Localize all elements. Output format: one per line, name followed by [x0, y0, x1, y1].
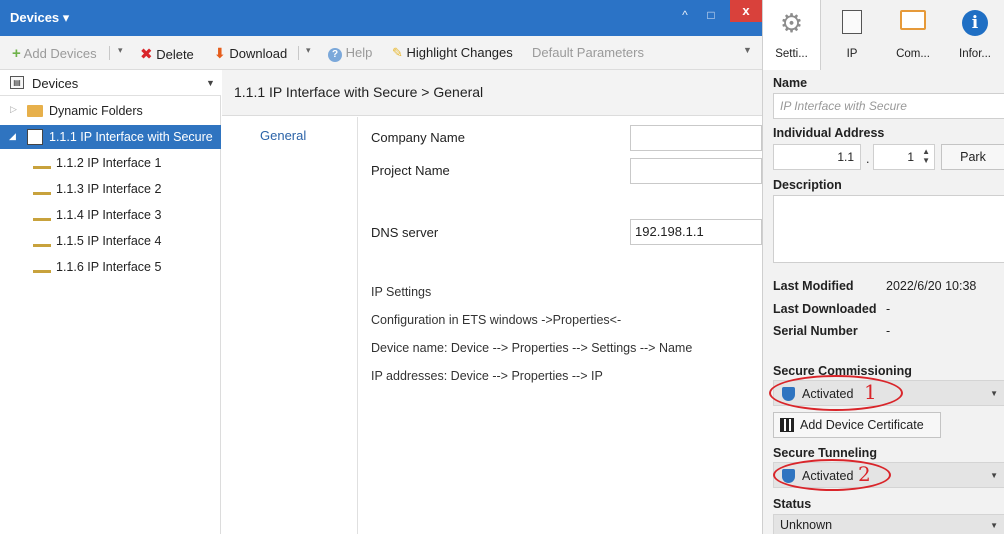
comment-icon	[900, 10, 926, 30]
tree-item-ip-interface-5[interactable]: 1.1.6 IP Interface 5	[0, 255, 221, 279]
devices-tree-header[interactable]: ▤ Devices ▼	[0, 70, 221, 96]
device-icon	[33, 261, 51, 273]
add-device-certificate-button[interactable]: Add Device Certificate	[773, 412, 941, 438]
tab-general[interactable]: General	[222, 117, 358, 534]
info-configuration: Configuration in ETS windows ->Propertie…	[371, 313, 622, 327]
annotation-number-1: 1	[864, 380, 877, 404]
tab-ip[interactable]: IP	[823, 0, 881, 70]
delete-button[interactable]: ✖ Delete	[140, 45, 194, 63]
toolbar-divider	[109, 46, 110, 60]
default-parameters-button[interactable]: Default Parameters	[532, 45, 644, 60]
tree-header-label: Devices	[32, 76, 79, 91]
toolbar-divider	[298, 46, 299, 60]
address-area-input[interactable]: 1.1	[773, 144, 861, 170]
tree-item-ip-interface-4[interactable]: 1.1.5 IP Interface 4	[0, 229, 221, 253]
annotation-number-2: 2	[858, 462, 871, 486]
status-select[interactable]: Unknown ▼	[773, 514, 1004, 534]
download-button[interactable]: ⬇ Download	[214, 45, 287, 62]
last-downloaded-label: Last Downloaded	[773, 302, 877, 316]
tree-item-ip-interface-1[interactable]: 1.1.2 IP Interface 1	[0, 151, 221, 175]
device-icon	[33, 209, 51, 221]
description-label: Description	[773, 178, 842, 192]
collapse-arrow-icon[interactable]: ◢	[9, 131, 16, 142]
tab-information[interactable]: i Infor...	[945, 0, 1004, 70]
page-title: 1.1.1 IP Interface with Secure > General	[234, 84, 484, 100]
device-secure-icon	[27, 129, 43, 145]
dns-server-label: DNS server	[371, 225, 439, 240]
highlighter-icon: ✎	[392, 45, 403, 60]
company-name-input[interactable]	[630, 125, 762, 151]
plus-icon: +	[12, 45, 21, 62]
tree-item-ip-interface-secure[interactable]: ◢ 1.1.1 IP Interface with Secure	[0, 125, 221, 149]
address-device-stepper[interactable]: 1 ▲ ▼	[873, 144, 935, 170]
tree-item-ip-interface-3[interactable]: 1.1.4 IP Interface 3	[0, 203, 221, 227]
chevron-down-icon[interactable]: ▼	[990, 471, 998, 480]
devices-tree: ▷ Dynamic Folders ◢ 1.1.1 IP Interface w…	[0, 96, 221, 534]
status-label: Status	[773, 497, 812, 511]
individual-address-label: Individual Address	[773, 126, 885, 140]
annotation-ring-2	[773, 459, 891, 491]
ip-list-icon	[842, 10, 862, 34]
serial-number-value: -	[886, 324, 891, 338]
toolbar: + Add Devices ▾ ✖ Delete ⬇ Download ▾ ? …	[0, 36, 762, 70]
download-icon: ⬇	[214, 45, 226, 61]
info-icon: i	[962, 10, 988, 36]
dns-server-input[interactable]: 192.198.1.1	[630, 219, 762, 245]
spinner-arrows-icon[interactable]: ▲ ▼	[922, 147, 930, 165]
project-name-input[interactable]	[630, 158, 762, 184]
highlight-changes-button[interactable]: ✎ Highlight Changes	[392, 45, 513, 61]
name-label: Name	[773, 76, 808, 90]
last-modified-label: Last Modified	[773, 279, 854, 293]
expand-arrow-icon[interactable]: ▷	[10, 104, 17, 115]
gear-icon: ⚙	[779, 8, 804, 38]
last-modified-value: 2022/6/20 10:38	[886, 279, 977, 293]
toolbar-overflow-icon[interactable]: ▼	[743, 45, 752, 55]
park-button[interactable]: Park	[941, 144, 1004, 170]
info-ip-settings: IP Settings	[371, 285, 432, 299]
address-separator: .	[866, 152, 870, 166]
chevron-down-icon[interactable]: ▼	[990, 521, 998, 530]
last-downloaded-value: -	[886, 302, 891, 316]
help-button[interactable]: ? Help	[328, 45, 372, 62]
breadcrumb: 1.1.1 IP Interface with Secure > General	[222, 70, 762, 116]
add-devices-button[interactable]: + Add Devices	[12, 45, 97, 62]
tab-general-label: General	[260, 128, 307, 143]
tree-item-ip-interface-2[interactable]: 1.1.3 IP Interface 2	[0, 177, 221, 201]
device-icon	[33, 157, 51, 169]
info-device-name: Device name: Device --> Properties --> S…	[371, 341, 693, 355]
device-icon	[33, 183, 51, 195]
annotation-ring-1	[769, 375, 903, 411]
folder-icon	[27, 105, 43, 117]
chevron-down-icon[interactable]: ▾	[118, 45, 123, 56]
description-textarea[interactable]	[773, 195, 1004, 263]
device-icon	[33, 235, 51, 247]
properties-panel: ⚙ Setti... IP Com... i Infor... Name IP …	[762, 0, 1004, 534]
chevron-down-icon[interactable]: ▾	[306, 45, 311, 56]
help-icon: ?	[328, 48, 342, 62]
restore-icon[interactable]: □	[700, 6, 722, 24]
window-title[interactable]: Devices ▾	[10, 10, 69, 26]
serial-number-label: Serial Number	[773, 324, 858, 338]
chevron-down-icon[interactable]: ▼	[990, 389, 998, 398]
delete-x-icon: ✖	[140, 46, 153, 63]
secure-tunneling-label: Secure Tunneling	[773, 446, 877, 460]
devices-title-bar: Devices ▾ ^ □ x	[0, 0, 762, 36]
info-ip-addresses: IP addresses: Device --> Properties --> …	[371, 369, 603, 383]
project-name-label: Project Name	[371, 163, 450, 178]
company-name-label: Company Name	[371, 130, 465, 145]
collapse-icon[interactable]: ^	[674, 6, 696, 24]
qr-code-icon	[780, 418, 794, 432]
devices-panel-icon: ▤	[10, 76, 24, 89]
tab-comments[interactable]: Com...	[883, 0, 943, 70]
name-input[interactable]: IP Interface with Secure	[773, 93, 1004, 119]
tab-settings[interactable]: ⚙ Setti...	[763, 0, 821, 70]
tree-item-dynamic-folders[interactable]: ▷ Dynamic Folders	[0, 99, 221, 123]
chevron-down-icon[interactable]: ▼	[206, 78, 215, 88]
close-button[interactable]: x	[730, 0, 762, 22]
